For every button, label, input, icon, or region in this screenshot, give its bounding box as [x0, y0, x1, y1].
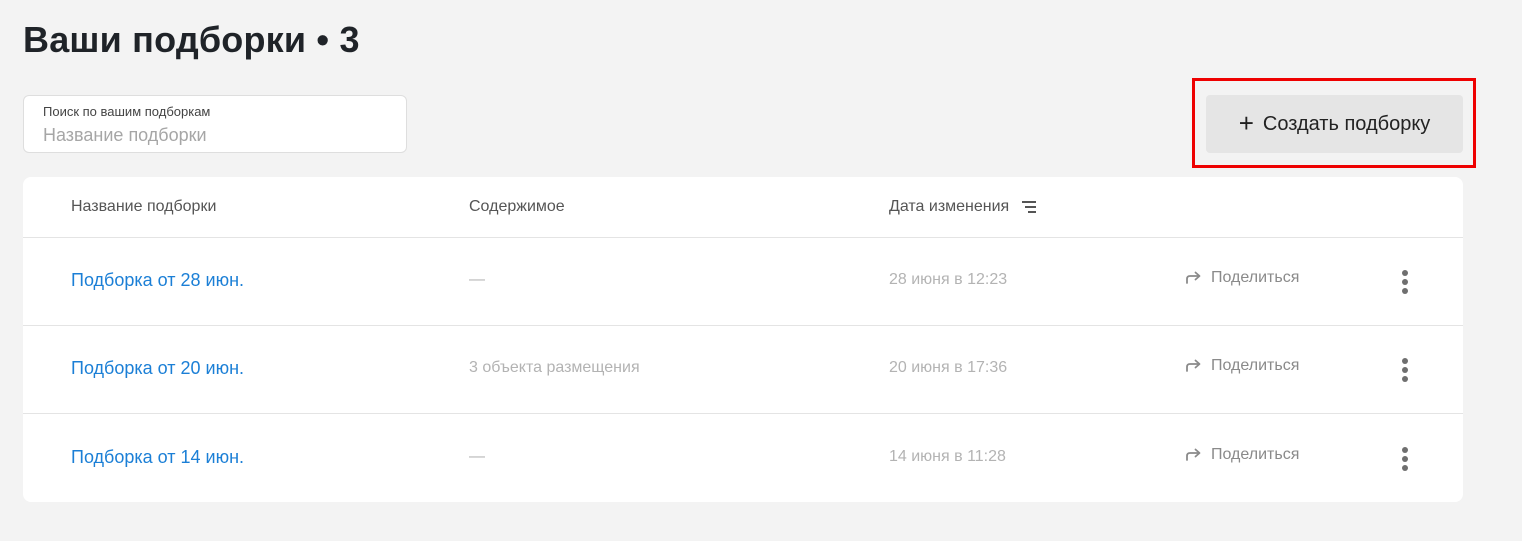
more-dot: [1402, 279, 1408, 285]
more-dot: [1402, 465, 1408, 471]
table-row: Подборка от 28 июн. — 28 июня в 12:23 По…: [23, 238, 1463, 326]
more-dots-icon: [1402, 358, 1408, 364]
column-header-date[interactable]: Дата изменения: [889, 198, 1039, 216]
column-header-name: Название подборки: [71, 198, 217, 215]
share-label: Поделиться: [1211, 269, 1300, 286]
search-input[interactable]: [43, 123, 393, 147]
share-label: Поделиться: [1211, 357, 1300, 374]
more-options-button[interactable]: [1392, 268, 1418, 296]
column-header-date-label: Дата изменения: [889, 198, 1010, 215]
page-title: Ваши подборки • 3: [23, 19, 360, 60]
collections-table: Название подборки Содержимое Дата измене…: [23, 177, 1463, 502]
share-arrow-icon: [1185, 448, 1202, 462]
collection-date: 28 июня в 12:23: [889, 271, 1008, 288]
collection-name-link[interactable]: Подборка от 14 июн.: [71, 447, 244, 468]
search-box[interactable]: Поиск по вашим подборкам: [23, 95, 407, 153]
collection-date: 20 июня в 17:36: [889, 359, 1008, 376]
more-dot: [1402, 456, 1408, 462]
share-button[interactable]: Поделиться: [1185, 357, 1299, 375]
share-button[interactable]: Поделиться: [1185, 269, 1299, 287]
collections-page: Ваши подборки • 3 Поиск по вашим подборк…: [0, 0, 1522, 541]
more-options-button[interactable]: [1392, 356, 1418, 384]
table-row: Подборка от 14 июн. — 14 июня в 11:28 По…: [23, 415, 1463, 502]
collection-name-link[interactable]: Подборка от 20 июн.: [71, 358, 244, 379]
create-collection-button[interactable]: + Создать подборку: [1206, 95, 1463, 153]
more-dot: [1402, 367, 1408, 373]
create-collection-label: Создать подборку: [1262, 112, 1431, 135]
column-header-content: Содержимое: [469, 198, 565, 215]
more-options-button[interactable]: [1392, 445, 1418, 473]
share-button[interactable]: Поделиться: [1185, 446, 1299, 464]
more-dot: [1402, 376, 1408, 382]
collection-content: —: [469, 448, 485, 465]
plus-icon: +: [1238, 107, 1254, 138]
search-label: Поиск по вашим подборкам: [43, 104, 211, 119]
share-arrow-icon: [1185, 271, 1202, 285]
table-header: Название подборки Содержимое Дата измене…: [23, 177, 1463, 238]
sort-lines-icon[interactable]: [1021, 199, 1039, 215]
table-row: Подборка от 20 июн. 3 объекта размещения…: [23, 326, 1463, 414]
collection-content: —: [469, 271, 485, 288]
collection-date: 14 июня в 11:28: [889, 448, 1006, 465]
collection-name-link[interactable]: Подборка от 28 июн.: [71, 270, 244, 291]
share-label: Поделиться: [1211, 446, 1300, 463]
more-dots-icon: [1402, 447, 1408, 453]
more-dots-icon: [1402, 270, 1408, 276]
collection-content: 3 объекта размещения: [469, 359, 640, 376]
more-dot: [1402, 288, 1408, 294]
share-arrow-icon: [1185, 359, 1202, 373]
